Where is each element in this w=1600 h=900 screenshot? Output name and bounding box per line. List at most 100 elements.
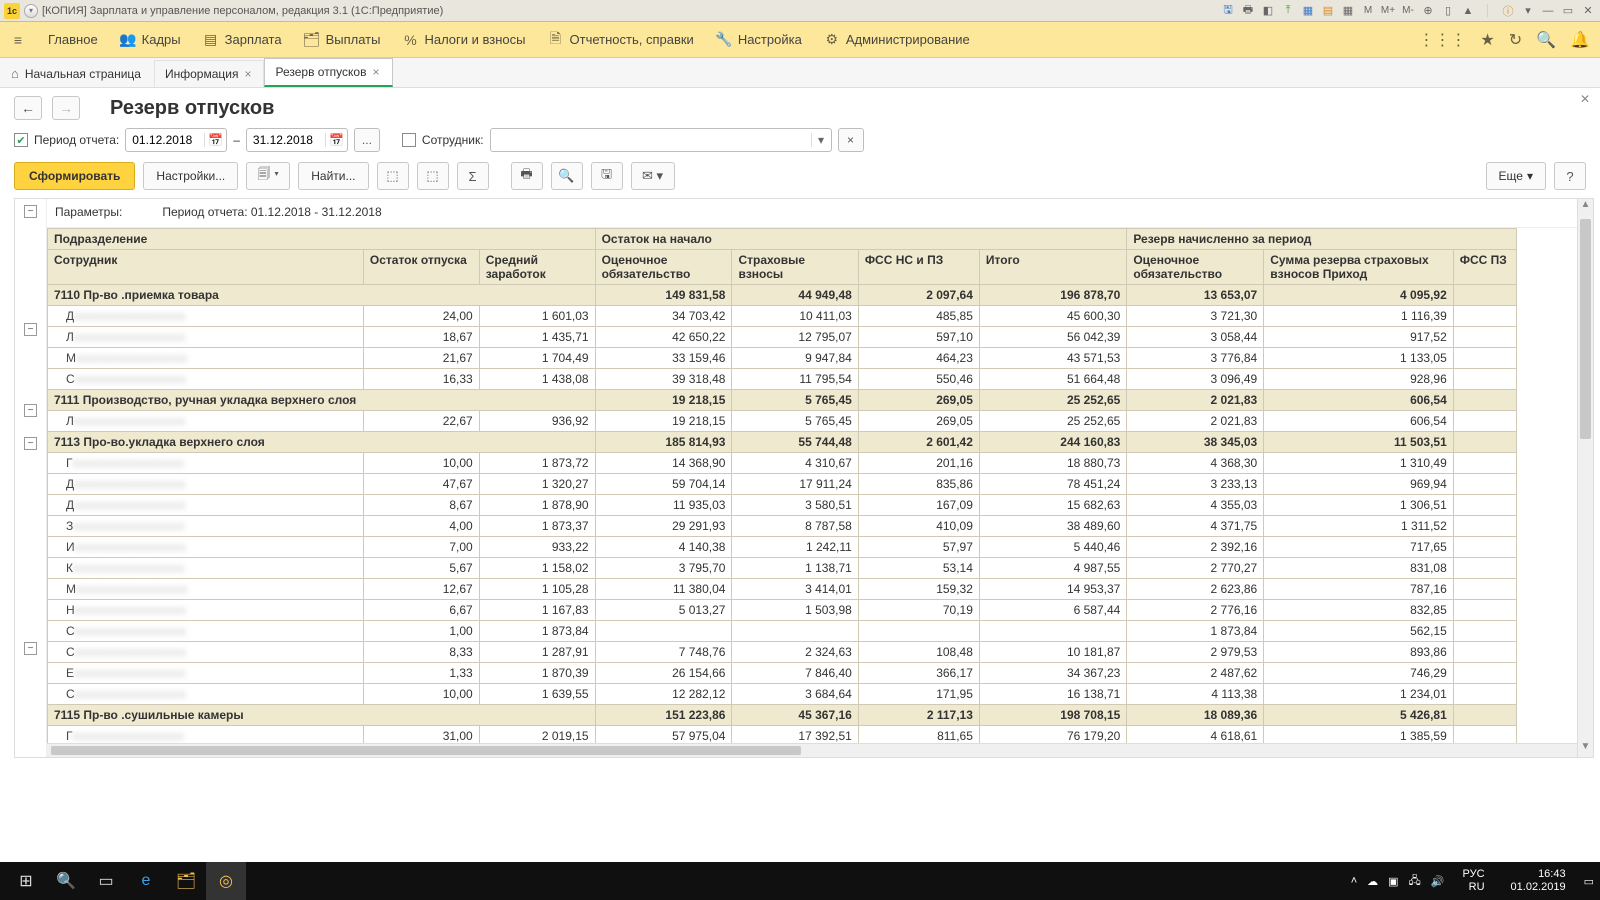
- menu-main[interactable]: Главное: [48, 32, 98, 47]
- outline-toggle[interactable]: −: [24, 642, 37, 655]
- bell-icon[interactable]: 🔔: [1570, 30, 1590, 50]
- date-from-field[interactable]: 📅: [125, 128, 227, 152]
- info-icon[interactable]: ⓘ: [1500, 3, 1516, 19]
- tab-reserve[interactable]: Резерв отпусков×: [264, 58, 392, 87]
- task-view-icon[interactable]: ▭: [86, 862, 126, 900]
- 1c-taskbar-icon[interactable]: ◎: [206, 862, 246, 900]
- table-row[interactable]: Нxxxxxxxxxxxxxxxx6,671 167,835 013,271 5…: [48, 600, 1517, 621]
- tray-lang[interactable]: РУСRU: [1455, 868, 1493, 894]
- table-row[interactable]: Сxxxxxxxxxxxxxxxx10,001 639,5512 282,123…: [48, 684, 1517, 705]
- report-scroll-area[interactable]: Параметры: Период отчета: 01.12.2018 - 3…: [47, 199, 1577, 757]
- period-more-button[interactable]: ...: [354, 128, 380, 152]
- tray-onedrive-icon[interactable]: ☁: [1367, 875, 1378, 888]
- table-row[interactable]: Дxxxxxxxxxxxxxxxx24,001 601,0334 703,421…: [48, 306, 1517, 327]
- save-icon[interactable]: 🖫: [1220, 3, 1236, 19]
- tab-home[interactable]: ⌂Начальная страница: [6, 59, 154, 87]
- explorer-icon[interactable]: 🗂: [166, 862, 206, 900]
- horizontal-scrollbar[interactable]: [47, 743, 1577, 757]
- save-button[interactable]: 🖫: [591, 162, 623, 190]
- notifications-icon[interactable]: ▭: [1584, 875, 1594, 888]
- chevron-down-icon[interactable]: ▾: [811, 133, 831, 147]
- generate-button[interactable]: Сформировать: [14, 162, 135, 190]
- zoom-icon[interactable]: ⊕: [1420, 3, 1436, 19]
- menu-admin[interactable]: ⚙Администрирование: [824, 32, 970, 48]
- table-row[interactable]: Сxxxxxxxxxxxxxxxx1,001 873,841 873,84562…: [48, 621, 1517, 642]
- tab-info[interactable]: Информация×: [154, 60, 265, 87]
- group-row[interactable]: 7110 Пр-во .приемка товара149 831,5844 9…: [48, 285, 1517, 306]
- table-row[interactable]: Мxxxxxxxxxxxxxxxx12,671 105,2811 380,043…: [48, 579, 1517, 600]
- calculator-icon[interactable]: ▤: [1320, 3, 1336, 19]
- nav-forward-button[interactable]: →: [52, 96, 80, 120]
- history-icon[interactable]: ↻: [1509, 30, 1522, 50]
- hamburger-icon[interactable]: ≡: [10, 32, 26, 48]
- start-button[interactable]: ⊞: [6, 862, 46, 900]
- preview-button[interactable]: 🔍: [551, 162, 583, 190]
- table-row[interactable]: Сxxxxxxxxxxxxxxxx16,331 438,0839 318,481…: [48, 369, 1517, 390]
- table-row[interactable]: Сxxxxxxxxxxxxxxxx8,331 287,917 748,762 3…: [48, 642, 1517, 663]
- settings-button[interactable]: Настройки...: [143, 162, 238, 190]
- nav-back-button[interactable]: ←: [14, 96, 42, 120]
- star-icon[interactable]: ★: [1480, 30, 1494, 50]
- tray-network-icon[interactable]: 🖧: [1409, 872, 1421, 891]
- tray-volume-icon[interactable]: 🔊: [1431, 875, 1445, 888]
- calendar-icon[interactable]: 📅: [325, 133, 347, 147]
- menu-reports[interactable]: 🗎Отчетность, справки: [548, 32, 694, 48]
- search-icon[interactable]: 🔍: [1536, 30, 1556, 50]
- print-button[interactable]: 🖶: [511, 162, 543, 190]
- scroll-down-icon[interactable]: ▼: [1578, 741, 1593, 757]
- expand-groups-button[interactable]: ⬚: [377, 162, 409, 190]
- apps-icon[interactable]: ⋮⋮⋮: [1418, 30, 1466, 50]
- collapse-groups-button[interactable]: ⬚: [417, 162, 449, 190]
- table-row[interactable]: Дxxxxxxxxxxxxxxxx47,671 320,2759 704,141…: [48, 474, 1517, 495]
- grid-icon[interactable]: ▦: [1340, 3, 1356, 19]
- period-checkbox[interactable]: ✔: [14, 133, 28, 147]
- table-row[interactable]: Зxxxxxxxxxxxxxxxx4,001 873,3729 291,938 …: [48, 516, 1517, 537]
- table-row[interactable]: Гxxxxxxxxxxxxxxxx10,001 873,7214 368,904…: [48, 453, 1517, 474]
- employee-checkbox[interactable]: ✔: [402, 133, 416, 147]
- form-close-icon[interactable]: ✕: [1580, 92, 1590, 106]
- group-row[interactable]: 7115 Пр-во .сушильные камеры151 223,8645…: [48, 705, 1517, 726]
- print-icon[interactable]: 🖶: [1240, 3, 1256, 19]
- outline-toggle[interactable]: −: [24, 437, 37, 450]
- sum-button[interactable]: Σ: [457, 162, 489, 190]
- ie-icon[interactable]: e: [126, 862, 166, 900]
- vertical-scrollbar[interactable]: ▲ ▼: [1577, 199, 1593, 757]
- more-button[interactable]: Еще ▾: [1486, 162, 1546, 190]
- table-row[interactable]: Кxxxxxxxxxxxxxxxx5,671 158,023 795,701 1…: [48, 558, 1517, 579]
- topbar-dropdown-icon[interactable]: ▾: [1520, 3, 1536, 19]
- tray-clock[interactable]: 16:4301.02.2019: [1503, 868, 1574, 894]
- search-taskbar-icon[interactable]: 🔍: [46, 862, 86, 900]
- scroll-thumb[interactable]: [1580, 219, 1591, 439]
- table-row[interactable]: Иxxxxxxxxxxxxxxxx7,00933,224 140,381 242…: [48, 537, 1517, 558]
- email-button[interactable]: ✉ ▾: [631, 162, 675, 190]
- tray-up-icon[interactable]: ˄: [1351, 875, 1357, 887]
- m-minus-icon[interactable]: M-: [1400, 3, 1416, 19]
- compare-icon[interactable]: ◧: [1260, 3, 1276, 19]
- upload-icon[interactable]: ⤒: [1280, 3, 1296, 19]
- table-row[interactable]: Лxxxxxxxxxxxxxxxx22,67936,9219 218,155 7…: [48, 411, 1517, 432]
- table-row[interactable]: Дxxxxxxxxxxxxxxxx8,671 878,9011 935,033 …: [48, 495, 1517, 516]
- calendar-icon[interactable]: ▦: [1300, 3, 1316, 19]
- calendar-icon[interactable]: 📅: [204, 133, 226, 147]
- table-row[interactable]: Еxxxxxxxxxxxxxxxx1,331 870,3926 154,667 …: [48, 663, 1517, 684]
- close-window-icon[interactable]: ✕: [1580, 3, 1596, 19]
- book-icon[interactable]: ▯: [1440, 3, 1456, 19]
- menu-kadry[interactable]: 👥Кадры: [120, 32, 181, 48]
- date-to-input[interactable]: [247, 133, 325, 147]
- employee-select[interactable]: ▾: [490, 128, 832, 152]
- menu-settings[interactable]: 🔧Настройка: [716, 32, 802, 48]
- tray-app-icon[interactable]: ▣: [1388, 875, 1398, 888]
- m-plus-icon[interactable]: M+: [1380, 3, 1396, 19]
- m-icon[interactable]: M: [1360, 3, 1376, 19]
- outline-toggle[interactable]: −: [24, 404, 37, 417]
- app-menu-dropdown[interactable]: ▾: [24, 4, 38, 18]
- date-from-input[interactable]: [126, 133, 204, 147]
- table-row[interactable]: Лxxxxxxxxxxxxxxxx18,671 435,7142 650,221…: [48, 327, 1517, 348]
- table-row[interactable]: Мxxxxxxxxxxxxxxxx21,671 704,4933 159,469…: [48, 348, 1517, 369]
- group-row[interactable]: 7111 Производство, ручная укладка верхне…: [48, 390, 1517, 411]
- employee-input[interactable]: [491, 133, 811, 147]
- variants-button[interactable]: 🗐 ▾: [246, 162, 290, 190]
- menu-zarplata[interactable]: ▤Зарплата: [203, 32, 282, 48]
- close-icon[interactable]: ×: [372, 65, 379, 79]
- user-icon[interactable]: ▲: [1460, 3, 1476, 19]
